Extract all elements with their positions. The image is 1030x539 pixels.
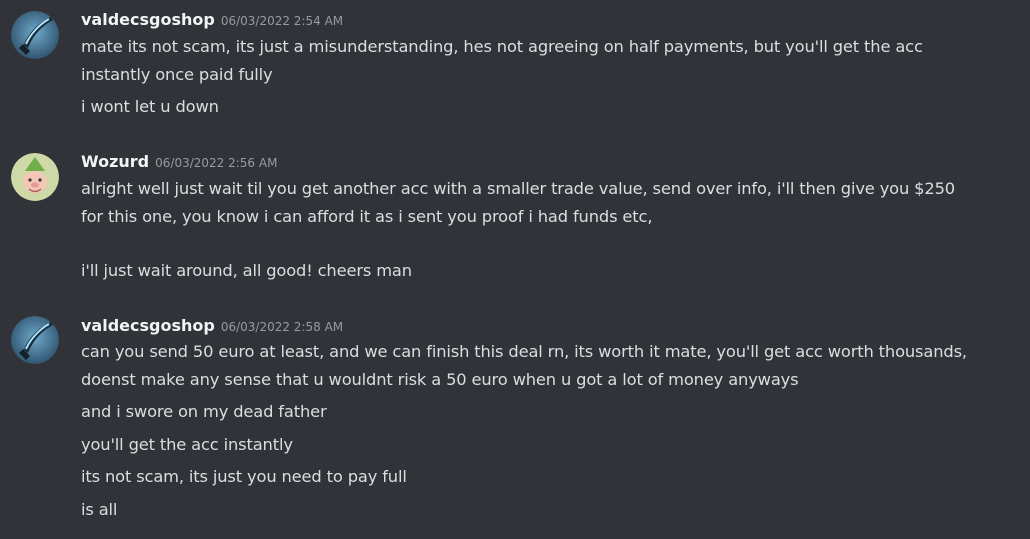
timestamp[interactable]: 06/03/2022 2:56 AM — [155, 156, 277, 170]
avatar[interactable] — [11, 316, 59, 364]
username[interactable]: valdecsgoshop — [81, 316, 215, 335]
message-group: Wozurd 06/03/2022 2:56 AM alright well ju… — [0, 140, 1030, 300]
message-text: instantly once paid fully — [81, 65, 273, 84]
message-text: doenst make any sense that u wouldnt ris… — [81, 370, 799, 389]
timestamp[interactable]: 06/03/2022 2:58 AM — [221, 320, 343, 334]
message-text: mate its not scam, its just a misunderst… — [81, 37, 923, 56]
message-text: for this one, you know i can afford it a… — [81, 207, 653, 226]
knife-skin-avatar-icon — [11, 316, 59, 364]
message-text: its not scam, its just you need to pay f… — [81, 467, 407, 486]
username[interactable]: Wozurd — [81, 152, 149, 171]
avatar[interactable] — [11, 11, 59, 59]
message-group: valdecsgoshop 06/03/2022 2:58 AM can you … — [0, 305, 1030, 539]
chat-message-list: valdecsgoshop 06/03/2022 2:54 AM mate its… — [0, 0, 1030, 539]
message-text: can you send 50 euro at least, and we ca… — [81, 342, 967, 361]
message-text: and i swore on my dead father — [81, 402, 327, 421]
message-text: is all — [81, 500, 118, 519]
message-text: i'll just wait around, all good! cheers … — [81, 261, 412, 280]
username[interactable]: valdecsgoshop — [81, 10, 215, 29]
message-group: valdecsgoshop 06/03/2022 2:54 AM mate its… — [0, 0, 1030, 130]
message-text: i wont let u down — [81, 97, 219, 116]
avatar[interactable] — [11, 153, 59, 201]
message-text: you'll get the acc instantly — [81, 435, 293, 454]
knife-skin-avatar-icon — [11, 11, 59, 59]
gnome-face-avatar-icon — [11, 153, 59, 201]
message-text: alright well just wait til you get anoth… — [81, 179, 956, 198]
timestamp[interactable]: 06/03/2022 2:54 AM — [221, 14, 343, 28]
